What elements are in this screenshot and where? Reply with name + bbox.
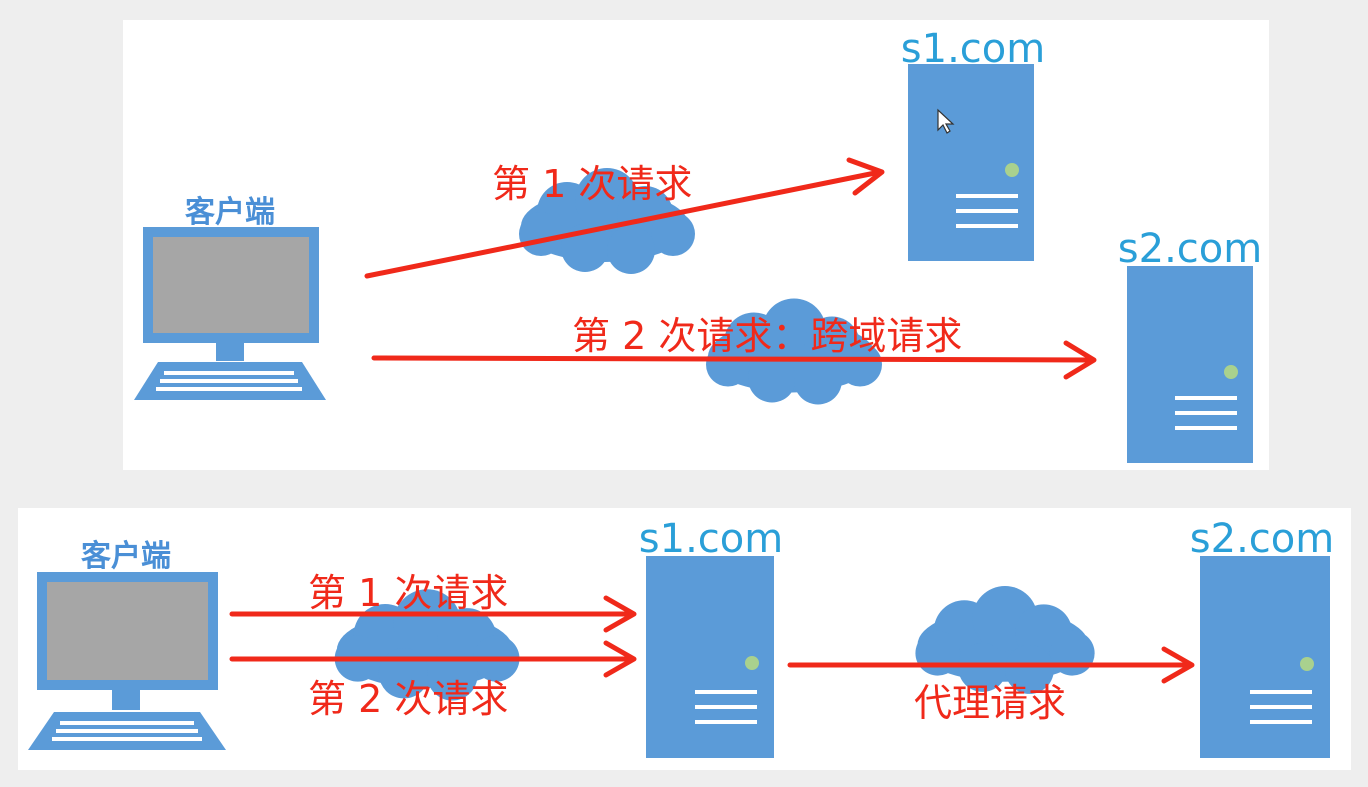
bottom-server1-icon	[646, 556, 774, 758]
bottom-client-computer-icon	[28, 572, 226, 750]
top-client-label: 客户端	[185, 195, 275, 230]
top-server2-icon	[1127, 266, 1253, 463]
bottom-server1-label: s1.com	[639, 516, 783, 562]
top-request1-label: 第 1 次请求	[492, 162, 692, 206]
top-server1-icon	[908, 64, 1034, 261]
bottom-proxy-label: 代理请求	[914, 681, 1066, 725]
top-client-computer-icon	[134, 227, 326, 400]
bottom-request2-label: 第 2 次请求	[308, 677, 508, 721]
bottom-request1-label: 第 1 次请求	[308, 571, 508, 615]
bottom-client-label: 客户端	[81, 539, 171, 574]
top-server2-label: s2.com	[1118, 226, 1262, 272]
diagram-canvas: 客户端 s1.com s2.com 第 1 次请求 第 2 次请求：跨域请求 客…	[18, 20, 1351, 770]
bottom-server2-label: s2.com	[1190, 516, 1334, 562]
top-request2-label: 第 2 次请求：跨域请求	[572, 314, 962, 358]
top-server1-label: s1.com	[901, 26, 1045, 72]
bottom-server2-icon	[1200, 556, 1330, 758]
